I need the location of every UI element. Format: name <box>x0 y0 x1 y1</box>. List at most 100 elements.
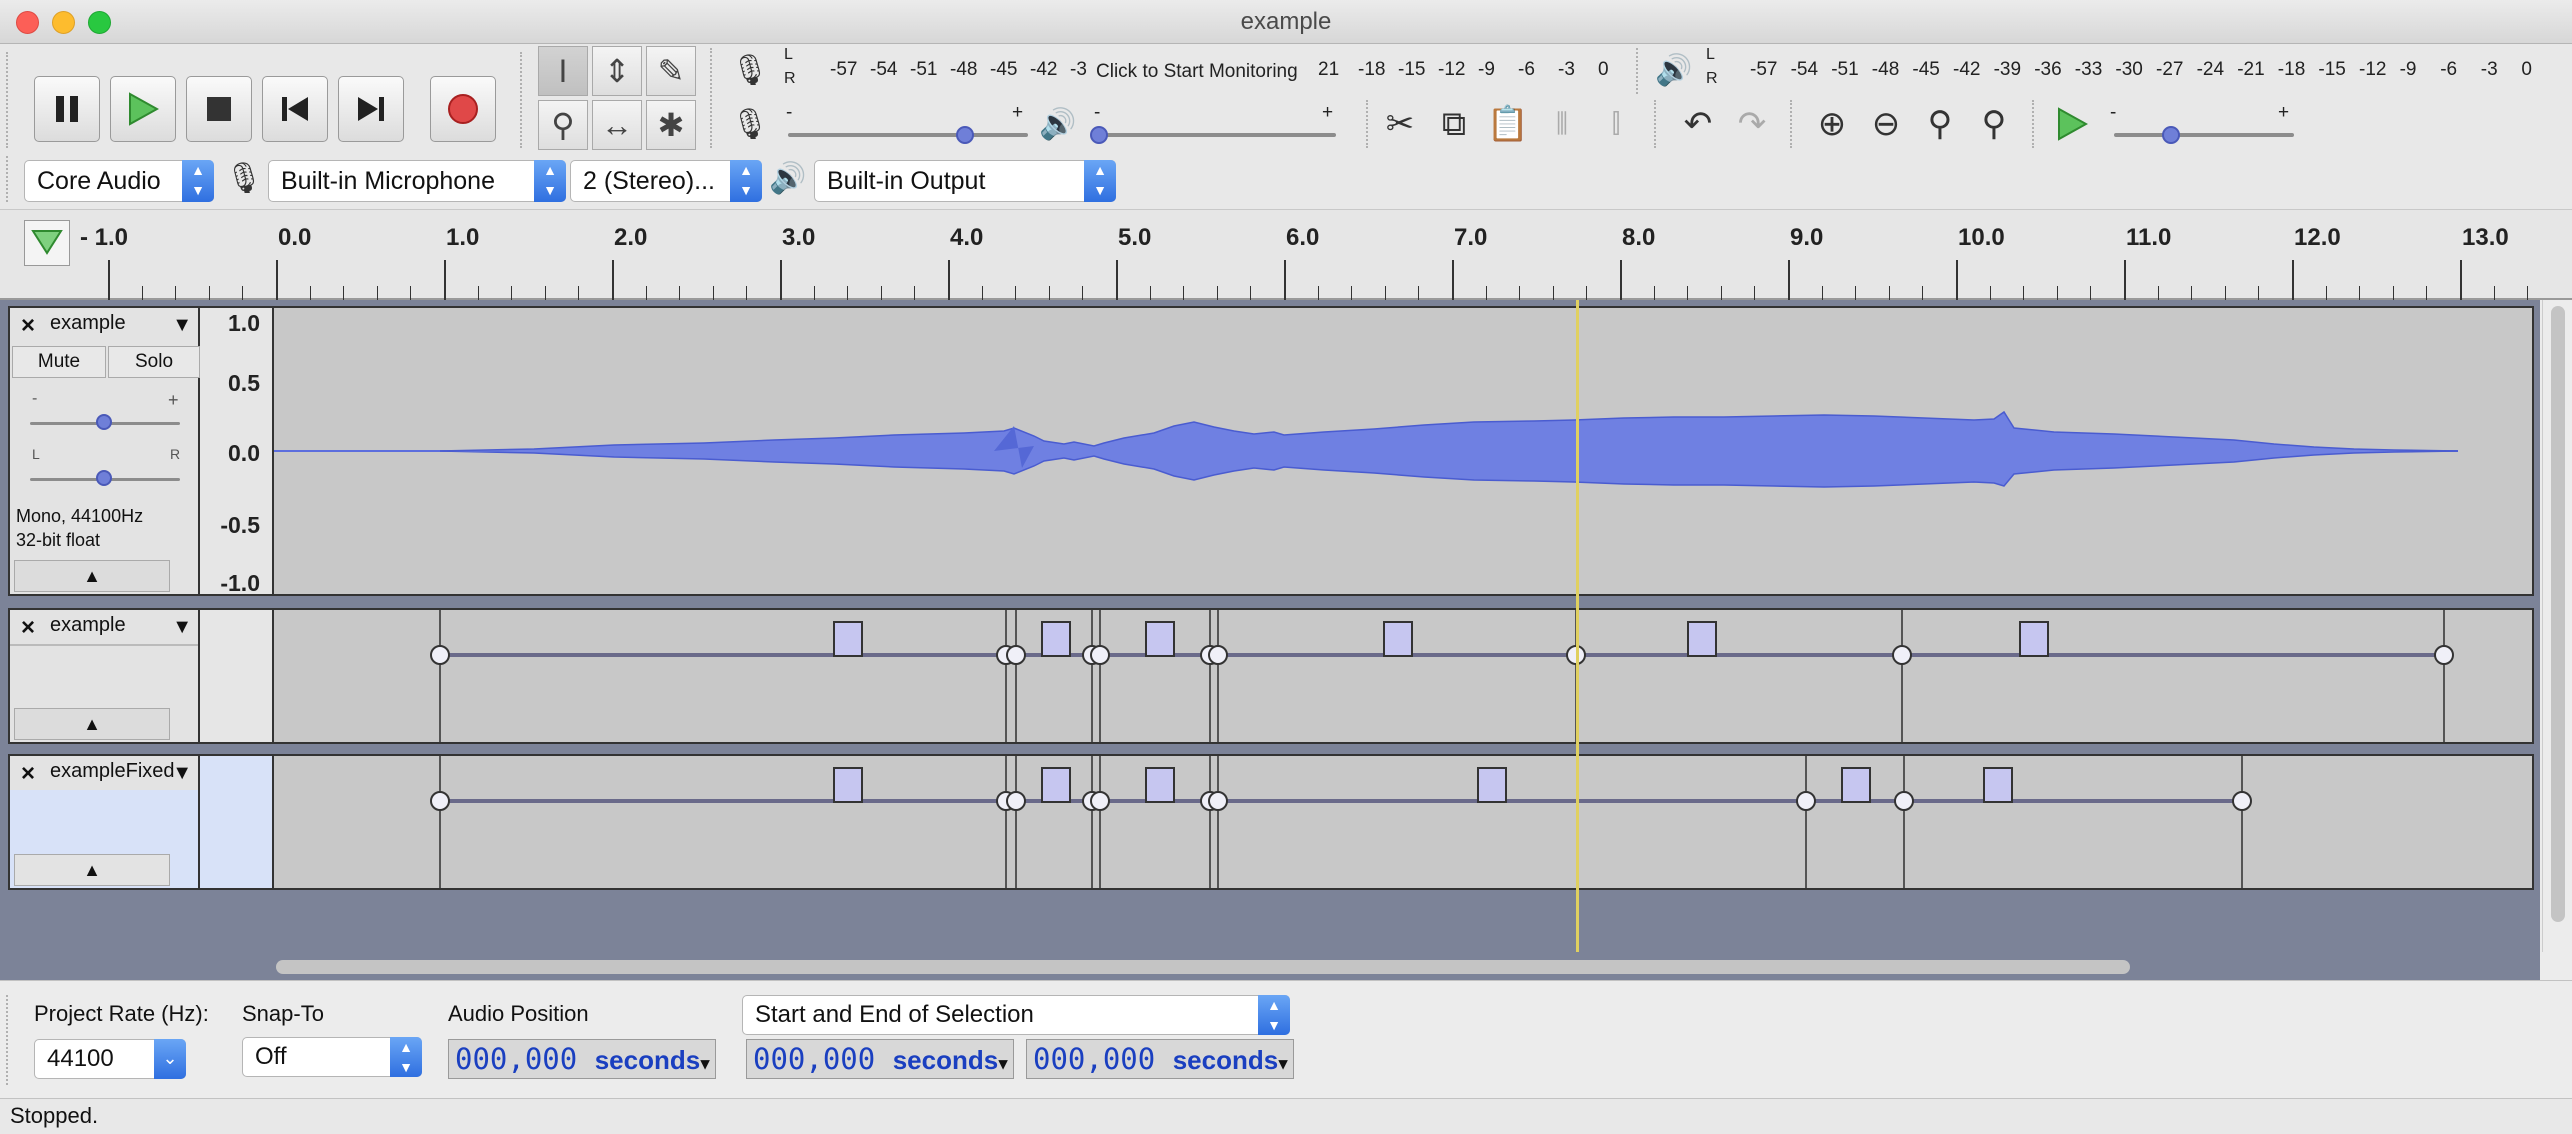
label-track-control-panel[interactable]: × example ▼ ▲ <box>8 608 200 744</box>
collapse-track-button[interactable]: ▲ <box>14 560 170 592</box>
stop-icon <box>207 97 231 121</box>
track-menu-dropdown-icon[interactable]: ▼ <box>172 762 192 785</box>
label-track-control-panel[interactable]: × exampleFixed ▼ ▲ <box>8 754 200 890</box>
ruler-minor-tick <box>578 286 580 300</box>
dropdown-arrow-icon[interactable]: ▼ <box>1278 1054 1288 1073</box>
track-control-panel[interactable]: × example ▼ Mute Solo - + L R Mono, 4410… <box>8 306 200 596</box>
playback-volume-thumb[interactable] <box>1090 126 1108 144</box>
zoom-out-button[interactable]: ⊖ <box>1860 98 1912 150</box>
record-button[interactable] <box>430 76 496 142</box>
playback-speed-thumb[interactable] <box>2162 126 2180 144</box>
toolbar-grip[interactable] <box>6 156 12 202</box>
playback-volume-slider[interactable] <box>1096 133 1336 137</box>
toolbar-grip[interactable] <box>1654 100 1660 148</box>
zoom-tool-button[interactable]: ⚲ <box>538 100 588 150</box>
time-shift-tool-button[interactable]: ↔ <box>592 100 642 150</box>
play-at-speed-button[interactable] <box>2046 98 2098 150</box>
track-name[interactable]: example <box>50 312 126 335</box>
recording-volume-slider[interactable] <box>788 133 1028 137</box>
audio-clip[interactable] <box>272 306 2534 596</box>
fit-project-button[interactable]: ⚲ <box>1968 98 2020 150</box>
track-name[interactable]: example <box>50 614 126 637</box>
redo-button[interactable]: ↷ <box>1726 98 1778 150</box>
ruler-minor-tick <box>2157 286 2159 300</box>
copy-button[interactable]: ⧉ <box>1428 98 1480 150</box>
pause-button[interactable] <box>34 76 100 142</box>
timeline-options-button[interactable] <box>24 220 70 266</box>
ruler-minor-tick <box>914 286 916 300</box>
cut-button[interactable]: ✂ <box>1374 98 1426 150</box>
amplitude-ruler[interactable]: 1.0 0.5 0.0 -0.5 -1.0 <box>200 306 272 596</box>
mute-button[interactable]: Mute <box>12 346 106 378</box>
solo-button[interactable]: Solo <box>108 346 200 378</box>
skip-to-end-button[interactable] <box>338 76 404 142</box>
close-track-icon[interactable]: × <box>14 312 42 340</box>
close-track-icon[interactable]: × <box>14 614 42 642</box>
input-device-select[interactable]: Built-in Microphone ▲ ▼ <box>268 160 566 202</box>
toolbar-grip[interactable] <box>2032 100 2038 148</box>
toolbar-grip[interactable] <box>6 52 12 148</box>
skip-to-start-button[interactable] <box>262 76 328 142</box>
snap-to-value: Off <box>255 1043 287 1070</box>
collapse-track-button[interactable]: ▲ <box>14 708 170 740</box>
snap-to-select[interactable]: Off ▲ ▼ <box>242 1037 422 1077</box>
multi-tool-button[interactable]: ✱ <box>646 100 696 150</box>
ruler-major-tick <box>276 260 278 300</box>
collapse-track-button[interactable]: ▲ <box>14 854 170 886</box>
meter-tick-label: -30 <box>2115 59 2143 80</box>
selection-mode-select[interactable]: Start and End of Selection ▲ ▼ <box>742 995 1290 1035</box>
envelope-tool-button[interactable]: ⇕ <box>592 46 642 96</box>
play-vol-minus: - <box>1094 102 1101 123</box>
ruler-minor-tick <box>679 286 681 300</box>
stop-button[interactable] <box>186 76 252 142</box>
vertical-scrollbar[interactable] <box>2542 300 2572 952</box>
dropdown-arrow-icon[interactable]: ▼ <box>700 1054 710 1073</box>
toolbar-grip[interactable] <box>1366 100 1372 148</box>
audio-host-select[interactable]: Core Audio ▲ ▼ <box>24 160 214 202</box>
toolbar-grip[interactable] <box>520 52 526 148</box>
label-track[interactable] <box>272 608 2534 744</box>
draw-tool-button[interactable]: ✎ <box>646 46 696 96</box>
vertical-scroll-thumb[interactable] <box>2551 306 2565 922</box>
pan-slider-thumb[interactable] <box>96 470 112 486</box>
trim-button[interactable]: ⫼ <box>1536 98 1588 150</box>
ruler-minor-tick <box>1183 286 1185 300</box>
project-rate-combo[interactable]: 44100 ⌄ <box>34 1039 186 1079</box>
selection-start-digits: 000,000 <box>753 1042 876 1076</box>
fit-selection-button[interactable]: ⚲ <box>1914 98 1966 150</box>
record-meter-mic-icon[interactable]: 🎙 <box>724 44 776 96</box>
track-menu-dropdown-icon[interactable]: ▼ <box>172 314 192 337</box>
toolbar-grip[interactable] <box>6 995 12 1085</box>
label-track[interactable] <box>272 754 2534 890</box>
toolbar-grip[interactable] <box>710 48 716 148</box>
input-channels-select[interactable]: 2 (Stereo)... ▲ ▼ <box>570 160 762 202</box>
selection-end-field[interactable]: 000,000 seconds▼ <box>1026 1039 1294 1079</box>
ruler-label: 13.0 <box>2462 224 2509 251</box>
horizontal-scrollbar[interactable] <box>0 952 2540 980</box>
selection-start-field[interactable]: 000,000 seconds▼ <box>746 1039 1014 1079</box>
silence-button[interactable]: ⫿ <box>1590 98 1642 150</box>
dropdown-arrow-icon[interactable]: ▼ <box>998 1054 1008 1073</box>
playback-speed-slider[interactable] <box>2114 133 2294 137</box>
play-button[interactable] <box>110 76 176 142</box>
paste-button[interactable]: 📋 <box>1482 98 1534 150</box>
ruler-minor-tick <box>141 286 143 300</box>
horizontal-scroll-thumb[interactable] <box>276 960 2130 974</box>
close-track-icon[interactable]: × <box>14 760 42 788</box>
gain-slider-thumb[interactable] <box>96 414 112 430</box>
playback-meter-speaker-icon[interactable]: 🔊 <box>1648 44 1700 96</box>
play-at-speed-icon <box>2058 107 2088 141</box>
record-meter-prompt[interactable]: Click to Start Monitoring <box>1096 61 1298 83</box>
zoom-in-button[interactable]: ⊕ <box>1806 98 1858 150</box>
track-menu-dropdown-icon[interactable]: ▼ <box>172 616 192 639</box>
track-name[interactable]: exampleFixed <box>50 760 175 783</box>
toolbar-grip[interactable] <box>1790 100 1796 148</box>
audio-position-field[interactable]: 000,000 seconds▼ <box>448 1039 716 1079</box>
undo-button[interactable]: ↶ <box>1672 98 1724 150</box>
ruler-minor-tick <box>1989 286 1991 300</box>
ruler-label: 1.0 <box>446 224 480 251</box>
output-device-select[interactable]: Built-in Output ▲ ▼ <box>814 160 1116 202</box>
selection-tool-button[interactable]: I <box>538 46 588 96</box>
recording-volume-thumb[interactable] <box>956 126 974 144</box>
toolbar-grip[interactable] <box>1636 48 1642 94</box>
